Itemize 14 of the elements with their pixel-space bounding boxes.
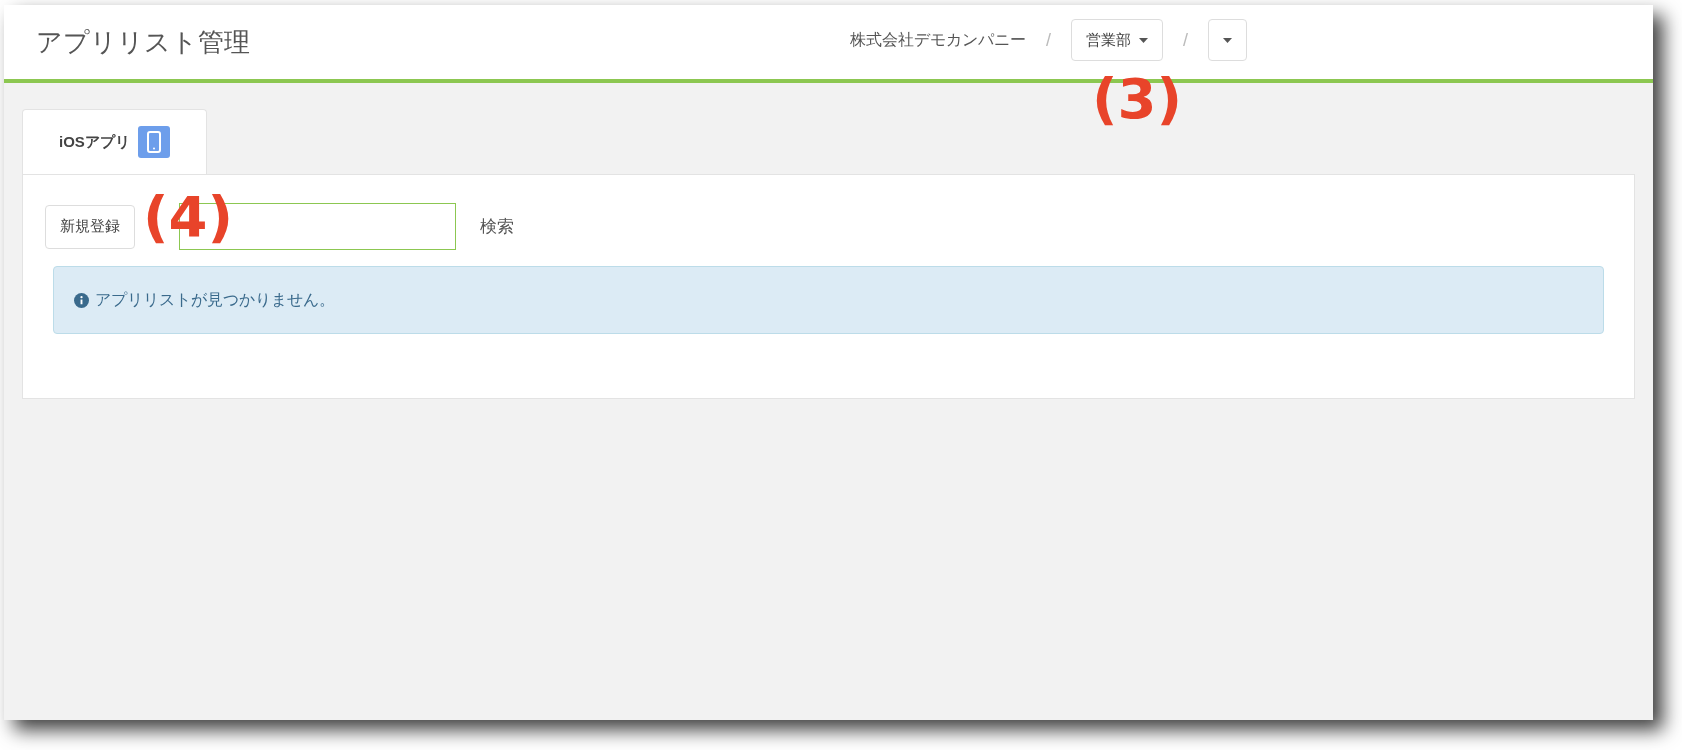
search-button[interactable]: 検索	[480, 213, 514, 240]
breadcrumb-separator: /	[1182, 28, 1190, 52]
annotation-label: (3)	[1092, 71, 1183, 127]
new-button[interactable]: 新規登録	[45, 204, 135, 249]
caret-icon	[1223, 37, 1233, 43]
breadcrumb-separator: /	[1045, 28, 1052, 52]
department-dropdown[interactable]: 営業部	[1071, 19, 1163, 61]
phone-icon	[137, 126, 170, 158]
platform-tab[interactable]: iOSアプリ	[22, 109, 207, 175]
company-name: 株式会社デモカンパニー	[850, 30, 1026, 50]
info-icon	[74, 292, 89, 308]
alert-message: アプリリストが見つかりません。	[95, 290, 335, 310]
caret-icon	[1139, 37, 1148, 43]
page-title: アプリリスト管理	[36, 25, 250, 59]
